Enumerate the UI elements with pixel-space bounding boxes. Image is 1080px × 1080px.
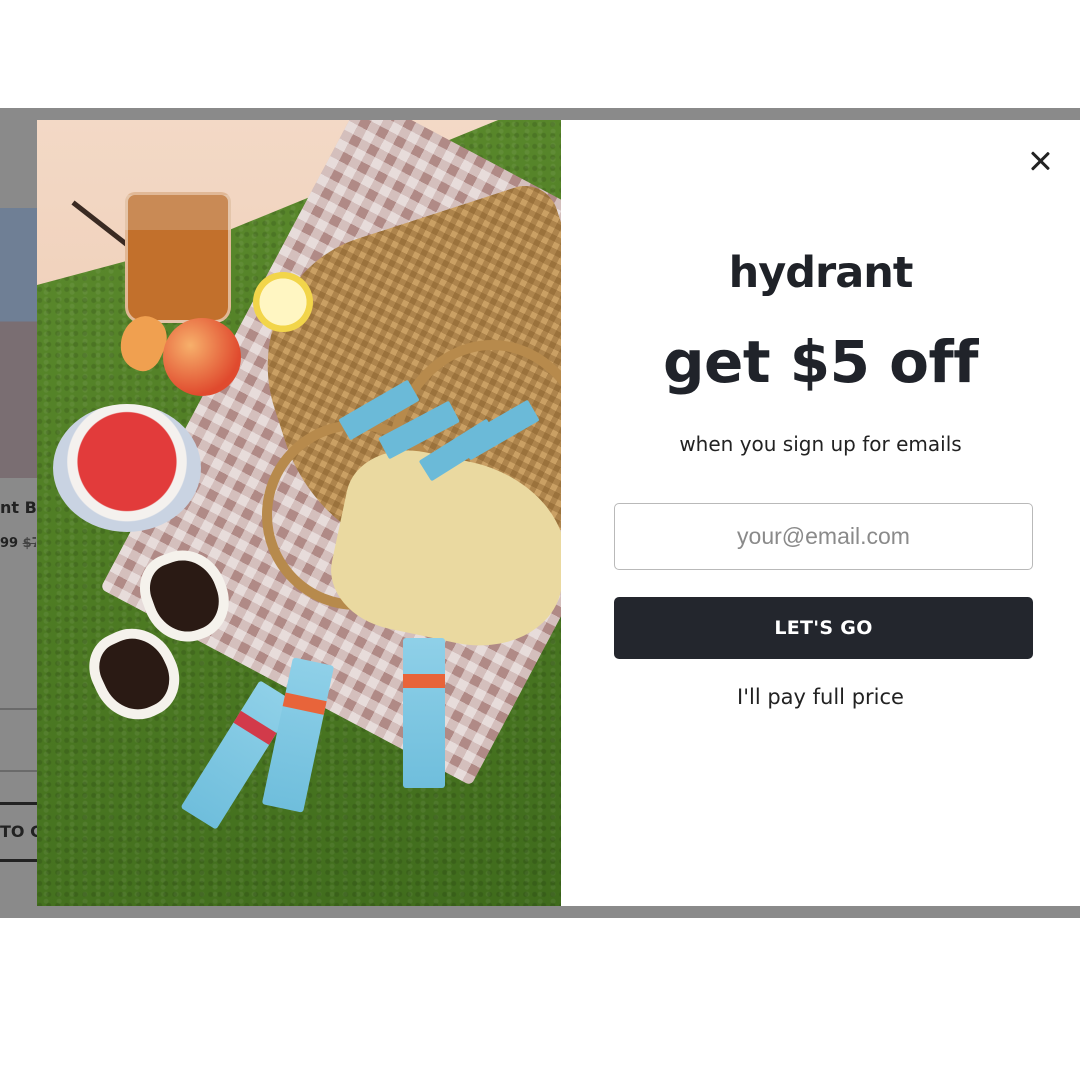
photo-packet: [403, 638, 445, 788]
offer-headline: get $5 off: [663, 328, 979, 396]
photo-raspberry-bowl: [53, 404, 201, 532]
photo-peach: [163, 318, 241, 396]
photo-lemon: [253, 272, 313, 332]
background-divider: [0, 770, 40, 772]
offer-subhead: when you sign up for emails: [679, 432, 962, 456]
email-signup-modal: hydrant get $5 off when you sign up for …: [37, 120, 1080, 906]
close-icon[interactable]: [1025, 146, 1055, 176]
promo-photo: [37, 120, 561, 906]
photo-sunglasses: [77, 538, 243, 734]
background-divider: [0, 708, 40, 710]
background-price-current: 99: [0, 536, 19, 551]
background-add-to-cart-button: TO C: [0, 802, 40, 862]
submit-button[interactable]: LET'S GO: [614, 597, 1033, 659]
background-product-title: nt Bu: [0, 498, 36, 517]
photo-iced-tea: [125, 192, 231, 323]
background-price-old: $7: [22, 536, 36, 551]
background-product-image: [0, 208, 40, 478]
decline-link[interactable]: I'll pay full price: [561, 685, 1080, 709]
brand-logo: hydrant: [728, 248, 914, 298]
signup-panel: hydrant get $5 off when you sign up for …: [561, 120, 1080, 906]
email-field[interactable]: [614, 503, 1033, 570]
background-product-price: 99 $7: [0, 536, 36, 551]
